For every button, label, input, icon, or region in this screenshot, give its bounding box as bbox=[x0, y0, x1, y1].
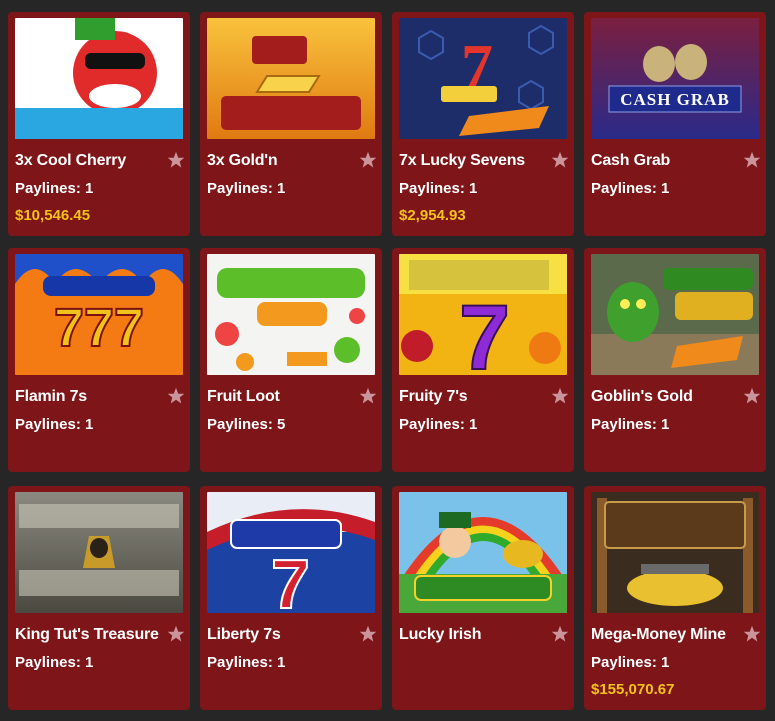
paylines-label: Paylines: 1 bbox=[591, 180, 670, 197]
jackpot-amount: $155,070.67 bbox=[591, 681, 675, 698]
game-thumbnail[interactable] bbox=[207, 18, 375, 139]
game-thumbnail[interactable] bbox=[207, 254, 375, 375]
paylines-label: Paylines: 1 bbox=[15, 416, 94, 433]
game-card-king-tuts-treasure[interactable]: King Tut's Treasure Paylines: 1 bbox=[8, 486, 190, 710]
game-thumbnail[interactable] bbox=[399, 492, 567, 613]
game-title[interactable]: Goblin's Gold bbox=[591, 388, 693, 406]
star-icon[interactable] bbox=[359, 387, 377, 405]
svg-text:7: 7 bbox=[459, 287, 510, 375]
star-icon[interactable] bbox=[743, 625, 761, 643]
star-icon[interactable] bbox=[743, 151, 761, 169]
game-card-lucky-irish[interactable]: Lucky Irish bbox=[392, 486, 574, 710]
game-thumbnail[interactable] bbox=[591, 254, 759, 375]
game-thumbnail[interactable]: CASH GRAB bbox=[591, 18, 759, 139]
paylines-label: Paylines: 1 bbox=[15, 654, 94, 671]
star-icon[interactable] bbox=[167, 387, 185, 405]
game-title[interactable]: 3x Gold'n bbox=[207, 152, 278, 170]
game-grid: 3x Cool Cherry Paylines: 1 $10,546.45 3x… bbox=[0, 0, 775, 721]
star-icon[interactable] bbox=[551, 625, 569, 643]
star-icon[interactable] bbox=[359, 625, 377, 643]
game-title[interactable]: Mega-Money Mine bbox=[591, 626, 726, 644]
game-title[interactable]: Fruity 7's bbox=[399, 388, 468, 406]
game-card-liberty-7s[interactable]: 7 Liberty 7s Paylines: 1 bbox=[200, 486, 382, 710]
paylines-label: Paylines: 1 bbox=[207, 180, 286, 197]
game-title[interactable]: King Tut's Treasure bbox=[15, 626, 159, 644]
svg-text:CASH GRAB: CASH GRAB bbox=[620, 90, 730, 109]
game-card-3x-goldn[interactable]: 3x Gold'n Paylines: 1 bbox=[200, 12, 382, 236]
star-icon[interactable] bbox=[743, 387, 761, 405]
game-card-mega-money-mine[interactable]: Mega-Money Mine Paylines: 1 $155,070.67 bbox=[584, 486, 766, 710]
game-title[interactable]: Fruit Loot bbox=[207, 388, 280, 406]
game-card-cash-grab[interactable]: CASH GRAB Cash Grab Paylines: 1 bbox=[584, 12, 766, 236]
jackpot-amount: $2,954.93 bbox=[399, 207, 466, 224]
game-thumbnail[interactable]: 7 bbox=[399, 254, 567, 375]
game-title[interactable]: 7x Lucky Sevens bbox=[399, 152, 525, 170]
game-thumbnail[interactable]: 777 bbox=[15, 254, 183, 375]
paylines-label: Paylines: 1 bbox=[399, 180, 478, 197]
game-card-3x-cool-cherry[interactable]: 3x Cool Cherry Paylines: 1 $10,546.45 bbox=[8, 12, 190, 236]
game-card-fruit-loot[interactable]: Fruit Loot Paylines: 5 bbox=[200, 248, 382, 472]
jackpot-amount: $10,546.45 bbox=[15, 207, 91, 224]
game-card-fruity-7s[interactable]: 7 Fruity 7's Paylines: 1 bbox=[392, 248, 574, 472]
game-title[interactable]: Cash Grab bbox=[591, 152, 670, 170]
game-title[interactable]: Lucky Irish bbox=[399, 626, 481, 644]
paylines-label: Paylines: 1 bbox=[591, 654, 670, 671]
game-thumbnail[interactable]: 7 bbox=[207, 492, 375, 613]
paylines-label: Paylines: 1 bbox=[207, 654, 286, 671]
game-thumbnail[interactable] bbox=[591, 492, 759, 613]
star-icon[interactable] bbox=[167, 625, 185, 643]
star-icon[interactable] bbox=[551, 387, 569, 405]
game-card-goblins-gold[interactable]: Goblin's Gold Paylines: 1 bbox=[584, 248, 766, 472]
game-title[interactable]: Liberty 7s bbox=[207, 626, 281, 644]
paylines-label: Paylines: 1 bbox=[399, 416, 478, 433]
game-thumbnail[interactable] bbox=[15, 492, 183, 613]
game-thumbnail[interactable] bbox=[15, 18, 183, 139]
paylines-label: Paylines: 1 bbox=[15, 180, 94, 197]
game-title[interactable]: Flamin 7s bbox=[15, 388, 87, 406]
star-icon[interactable] bbox=[551, 151, 569, 169]
game-thumbnail[interactable]: 7 bbox=[399, 18, 567, 139]
svg-text:777: 777 bbox=[54, 298, 144, 358]
game-title[interactable]: 3x Cool Cherry bbox=[15, 152, 126, 170]
paylines-label: Paylines: 1 bbox=[591, 416, 670, 433]
game-card-7x-lucky-sevens[interactable]: 7 7x Lucky Sevens Paylines: 1 $2,954.93 bbox=[392, 12, 574, 236]
game-card-flamin-7s[interactable]: 777 Flamin 7s Paylines: 1 bbox=[8, 248, 190, 472]
star-icon[interactable] bbox=[359, 151, 377, 169]
svg-text:7: 7 bbox=[271, 545, 310, 613]
paylines-label: Paylines: 5 bbox=[207, 416, 286, 433]
star-icon[interactable] bbox=[167, 151, 185, 169]
